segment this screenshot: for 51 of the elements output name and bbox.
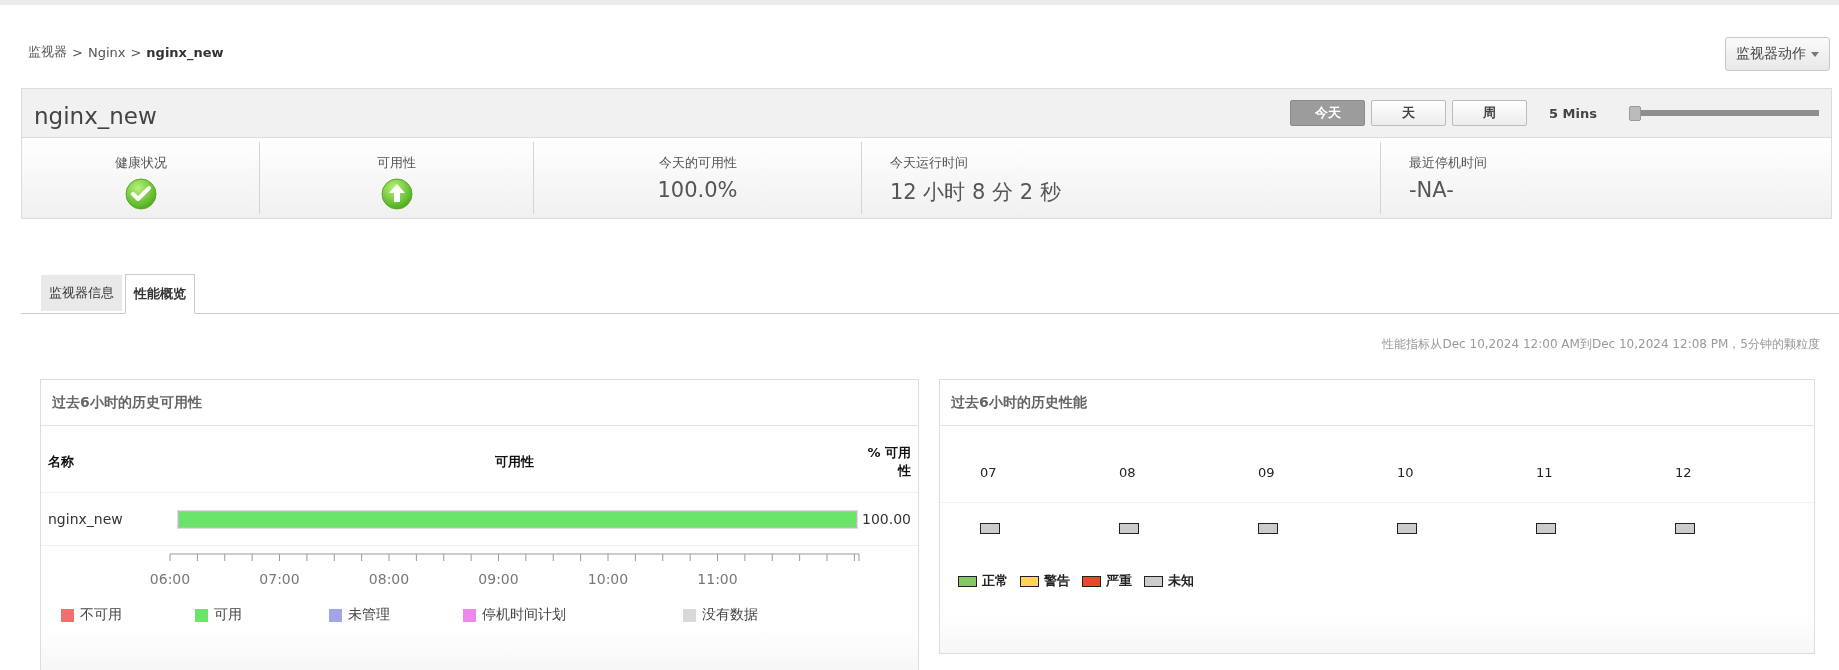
legend-label: 未知 xyxy=(1168,572,1194,590)
hour-label: 07 xyxy=(980,464,998,480)
breadcrumb-link[interactable]: Nginx xyxy=(87,44,126,60)
stat-label: 健康状况 xyxy=(114,154,167,172)
period-button[interactable]: 天 xyxy=(1371,100,1447,126)
metrics-range-note: 性能指标从Dec 10,2024 12:00 AM到Dec 10,2024 12:08 PM，5分钟的颗粒度 xyxy=(1381,336,1821,353)
breadcrumb-separator: > xyxy=(130,44,142,60)
caret-icon xyxy=(1811,51,1819,57)
axis-label: 06:00 xyxy=(149,571,191,587)
legend-label: 严重 xyxy=(1106,572,1132,590)
axis-label: 09:00 xyxy=(478,571,519,587)
monitor-actions-button[interactable]: 监视器动作 xyxy=(1725,37,1830,71)
stat-label: 可用性 xyxy=(377,154,416,172)
column-header: 可用性 xyxy=(494,453,535,471)
hour-label: 11 xyxy=(1536,464,1554,480)
stat-value: 12 小时 8 分 2 秒 xyxy=(890,179,1062,206)
percent-cell-text: 100.00 xyxy=(861,511,911,527)
axis-label: 08:00 xyxy=(368,571,410,587)
column-header: 名称 xyxy=(48,453,75,471)
legend-label: 可用 xyxy=(214,606,242,624)
legend-label: 不可用 xyxy=(80,606,122,624)
legend-label: 警告 xyxy=(1044,572,1070,590)
column-header: % 可用性 xyxy=(866,444,911,480)
legend-label: 没有数据 xyxy=(702,606,758,624)
panel-title: 过去6小时的历史性能 xyxy=(940,380,1814,426)
breadcrumb-current: nginx_new xyxy=(146,44,224,60)
slider-thumb[interactable] xyxy=(1629,105,1641,121)
panel-title: 过去6小时的历史可用性 xyxy=(41,380,918,426)
axis-label: 11:00 xyxy=(697,571,738,587)
hour-label: 10 xyxy=(1397,464,1415,480)
breadcrumb-link[interactable]: 监视器 xyxy=(28,43,67,61)
legend-label: 停机时间计划 xyxy=(482,606,566,624)
hour-label: 12 xyxy=(1675,464,1693,480)
stat-label: 今天运行时间 xyxy=(890,154,969,172)
monitor-name: nginx_new xyxy=(34,102,158,129)
hour-label: 08 xyxy=(1119,464,1137,480)
axis-label: 07:00 xyxy=(259,571,300,587)
stat-value: 100.0% xyxy=(657,178,738,202)
period-button[interactable]: 周 xyxy=(1452,100,1528,126)
stat-label: 今天的可用性 xyxy=(658,154,737,172)
monitor-name-cell-text: nginx_new xyxy=(48,511,124,527)
interval-label: 5 Mins xyxy=(1549,105,1597,121)
stat-label: 最近停机时间 xyxy=(1409,154,1488,172)
tab[interactable]: 性能概览 xyxy=(125,274,195,314)
legend-label: 未管理 xyxy=(348,606,390,624)
stat-value: -NA- xyxy=(1409,178,1455,202)
hour-label: 09 xyxy=(1258,464,1276,480)
breadcrumb-separator: > xyxy=(72,44,83,60)
axis-label: 10:00 xyxy=(587,571,629,587)
legend-label: 正常 xyxy=(982,572,1008,590)
tab[interactable]: 监视器信息 xyxy=(41,275,122,311)
